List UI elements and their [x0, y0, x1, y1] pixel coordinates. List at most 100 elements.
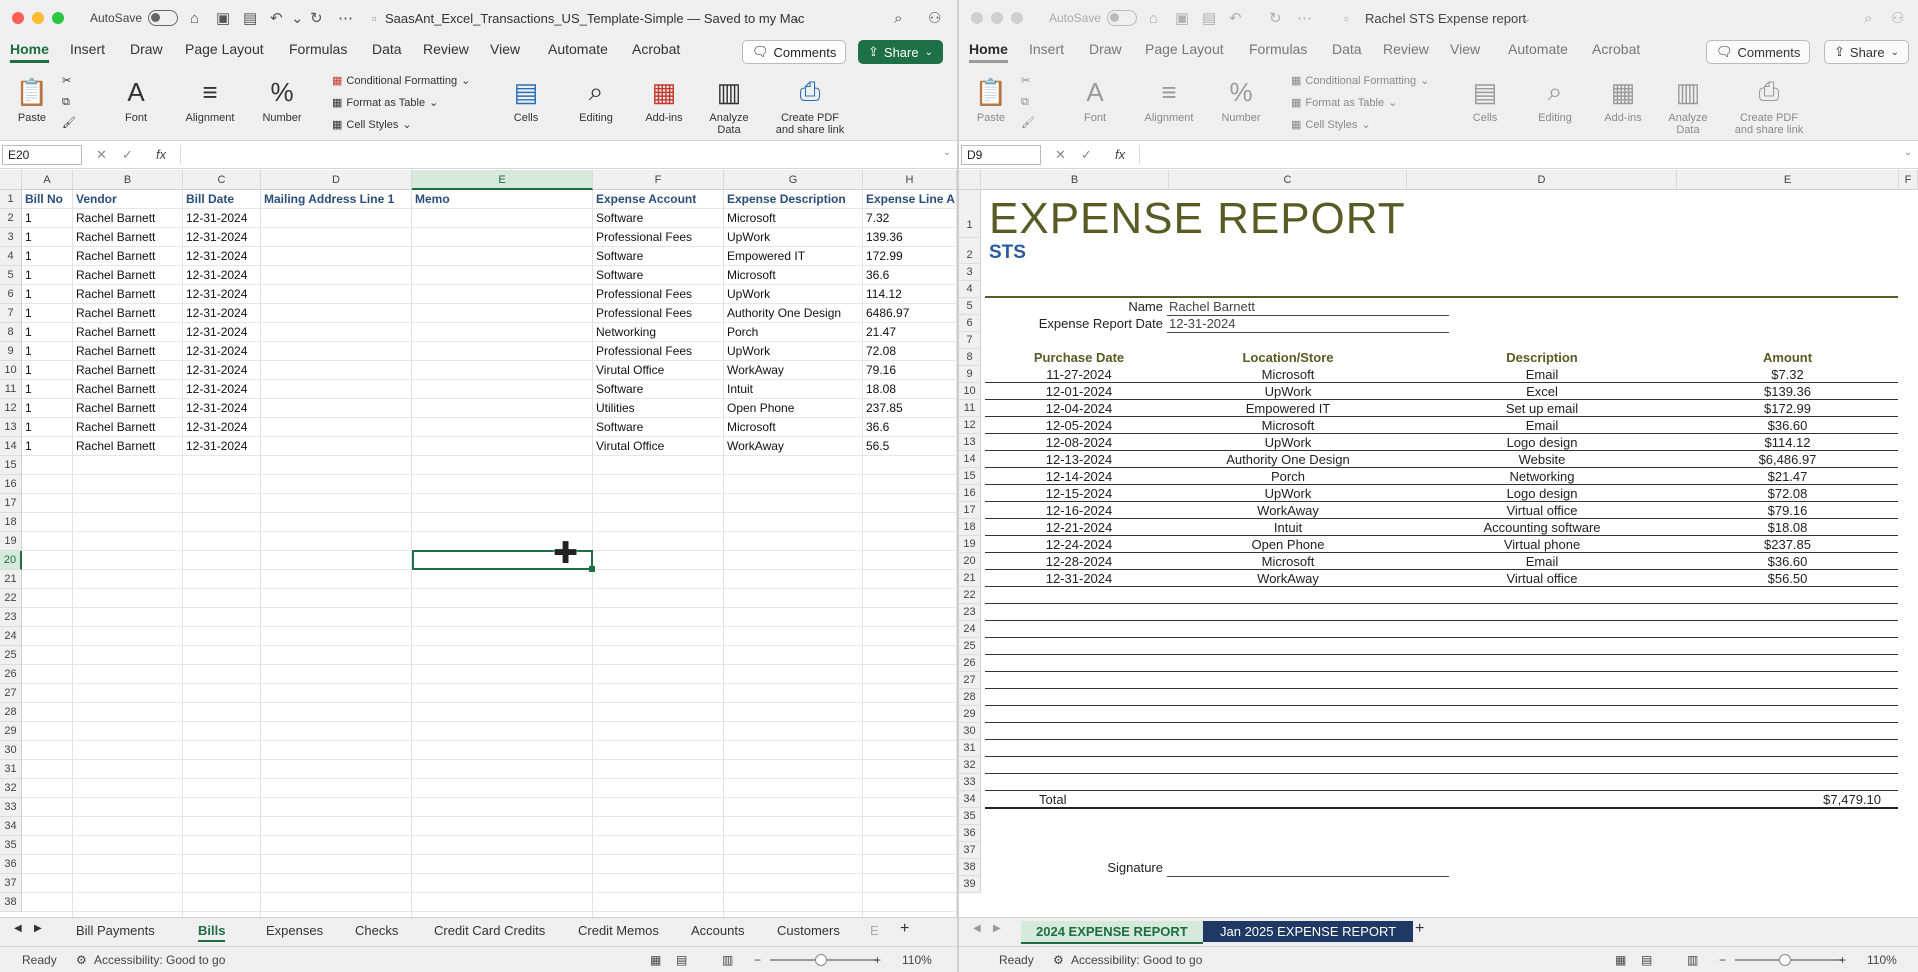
table-cell[interactable]: 12-31-2024	[183, 342, 261, 361]
tab-draw[interactable]: Draw	[130, 41, 163, 57]
analyze-data-group[interactable]: ▥ Analyze Data	[702, 72, 756, 137]
table-cell[interactable]: 1	[22, 342, 73, 361]
table-cell[interactable]: Professional Fees	[593, 304, 724, 323]
tab-home[interactable]: Home	[969, 41, 1008, 63]
expense-cell[interactable]: 12-05-2024	[989, 418, 1169, 433]
tab-data[interactable]: Data	[1332, 41, 1362, 57]
search-icon[interactable]: ⌕	[894, 0, 902, 36]
sheet-tab-bills[interactable]: Bills	[198, 923, 226, 942]
report-date-value[interactable]: 12-31-2024	[1169, 316, 1236, 331]
table-cell[interactable]: Software	[593, 266, 724, 285]
row-header[interactable]: 3	[959, 264, 981, 281]
table-cell[interactable]: Rachel Barnett	[73, 247, 183, 266]
expense-cell[interactable]: UpWork	[1169, 384, 1407, 399]
row-header[interactable]: 14	[0, 437, 22, 456]
table-cell[interactable]: 12-31-2024	[183, 437, 261, 456]
table-cell[interactable]: Porch	[724, 323, 863, 342]
sheet-tab-jan-2025-expense-report[interactable]: Jan 2025 EXPENSE REPORT	[1203, 921, 1414, 942]
row-header[interactable]: 24	[0, 627, 22, 646]
row-header[interactable]: 12	[0, 399, 22, 418]
column-header[interactable]: G	[724, 170, 863, 190]
row-header[interactable]: 1	[959, 190, 981, 238]
expense-cell[interactable]: $114.12	[1677, 435, 1898, 450]
column-header-cell[interactable]: Bill No	[22, 190, 73, 209]
sheet-tab-2024-expense-report[interactable]: 2024 EXPENSE REPORT	[1021, 921, 1203, 944]
row-header[interactable]: 24	[959, 621, 981, 638]
expense-cell[interactable]: Logo design	[1407, 435, 1677, 450]
title-chevron-icon[interactable]: ⌄	[1522, 0, 1531, 36]
prev-sheet-icon[interactable]: ◀	[14, 923, 22, 934]
expense-cell[interactable]: Email	[1407, 367, 1677, 382]
table-cell[interactable]: Rachel Barnett	[73, 399, 183, 418]
column-header-cell[interactable]: Expense Account	[593, 190, 724, 209]
table-cell[interactable]: Rachel Barnett	[73, 361, 183, 380]
format-as-table-button[interactable]: ▦ Format as Table ⌄	[1291, 96, 1397, 110]
column-header[interactable]: B	[981, 170, 1169, 190]
row-header[interactable]: 39	[959, 876, 981, 893]
row-header[interactable]: 22	[959, 587, 981, 604]
tab-page-layout[interactable]: Page Layout	[185, 41, 264, 57]
close-window-button[interactable]	[971, 12, 983, 24]
table-cell[interactable]: Empowered IT	[724, 247, 863, 266]
table-cell[interactable]: 12-31-2024	[183, 399, 261, 418]
close-window-button[interactable]	[12, 12, 24, 24]
formula-input[interactable]	[1139, 145, 1898, 165]
cell-styles-button[interactable]: ▦ Cell Styles ⌄	[1291, 118, 1371, 132]
normal-view-icon[interactable]: ▦	[650, 953, 661, 967]
expense-cell[interactable]: Microsoft	[1169, 418, 1407, 433]
minimize-window-button[interactable]	[32, 12, 44, 24]
share-button[interactable]: ⇪ Share ⌄	[1824, 40, 1909, 64]
row-header[interactable]: 25	[0, 646, 22, 665]
expense-cell[interactable]: Virtual office	[1407, 503, 1677, 518]
row-header[interactable]: 17	[0, 494, 22, 513]
expense-cell[interactable]: Empowered IT	[1169, 401, 1407, 416]
redo-icon[interactable]: ↻	[310, 0, 323, 36]
row-header[interactable]: 11	[0, 380, 22, 399]
table-cell[interactable]: Rachel Barnett	[73, 266, 183, 285]
share-people-icon[interactable]: ⚇	[1891, 0, 1904, 36]
table-cell[interactable]: Microsoft	[724, 266, 863, 285]
enter-icon[interactable]: ✓	[122, 147, 133, 163]
row-header[interactable]: 29	[959, 706, 981, 723]
expense-cell[interactable]: $79.16	[1677, 503, 1898, 518]
row-header[interactable]: 9	[0, 342, 22, 361]
column-header[interactable]: C	[1169, 170, 1407, 190]
row-header[interactable]: 12	[959, 417, 981, 434]
sheet-tab-credit-memos[interactable]: Credit Memos	[578, 923, 659, 938]
add-ins-group[interactable]: ▦ Add-ins	[638, 72, 690, 125]
expense-cell[interactable]: 12-13-2024	[989, 452, 1169, 467]
enter-icon[interactable]: ✓	[1081, 147, 1092, 163]
table-cell[interactable]: Rachel Barnett	[73, 209, 183, 228]
zoom-out-icon[interactable]: −	[754, 953, 761, 967]
row-header[interactable]: 15	[0, 456, 22, 475]
next-sheet-icon[interactable]: ▶	[993, 923, 1001, 934]
row-header[interactable]: 30	[959, 723, 981, 740]
expense-cell[interactable]: $237.85	[1677, 537, 1898, 552]
tab-insert[interactable]: Insert	[1029, 41, 1064, 57]
row-header[interactable]: 6	[959, 315, 981, 332]
row-header[interactable]: 28	[959, 689, 981, 706]
sheet-tab-bill-payments[interactable]: Bill Payments	[76, 923, 155, 938]
row-header[interactable]: 2	[0, 209, 22, 228]
copy-icon[interactable]: ⧉	[1021, 96, 1029, 109]
column-header[interactable]: E	[412, 170, 593, 190]
accessibility-status[interactable]: Accessibility: Good to go	[94, 953, 225, 967]
select-all-corner[interactable]	[0, 170, 22, 190]
row-header[interactable]: 14	[959, 451, 981, 468]
name-box[interactable]: E20	[2, 145, 82, 165]
expense-cell[interactable]: $36.60	[1677, 418, 1898, 433]
column-header[interactable]: B	[73, 170, 183, 190]
column-header-cell[interactable]: Bill Date	[183, 190, 261, 209]
table-cell[interactable]: 12-31-2024	[183, 247, 261, 266]
row-header[interactable]: 38	[0, 893, 22, 912]
expense-cell[interactable]: Virtual office	[1407, 571, 1677, 586]
column-header[interactable]: D	[261, 170, 412, 190]
sheet-tab-accounts[interactable]: Accounts	[691, 923, 744, 938]
tab-formulas[interactable]: Formulas	[289, 41, 347, 57]
tab-formulas[interactable]: Formulas	[1249, 41, 1307, 57]
undo-dropdown-icon[interactable]: ⌄	[291, 0, 304, 36]
row-header[interactable]: 5	[959, 298, 981, 315]
table-cell[interactable]: Rachel Barnett	[73, 323, 183, 342]
row-header[interactable]: 4	[0, 247, 22, 266]
table-cell[interactable]: 114.12	[863, 285, 957, 304]
